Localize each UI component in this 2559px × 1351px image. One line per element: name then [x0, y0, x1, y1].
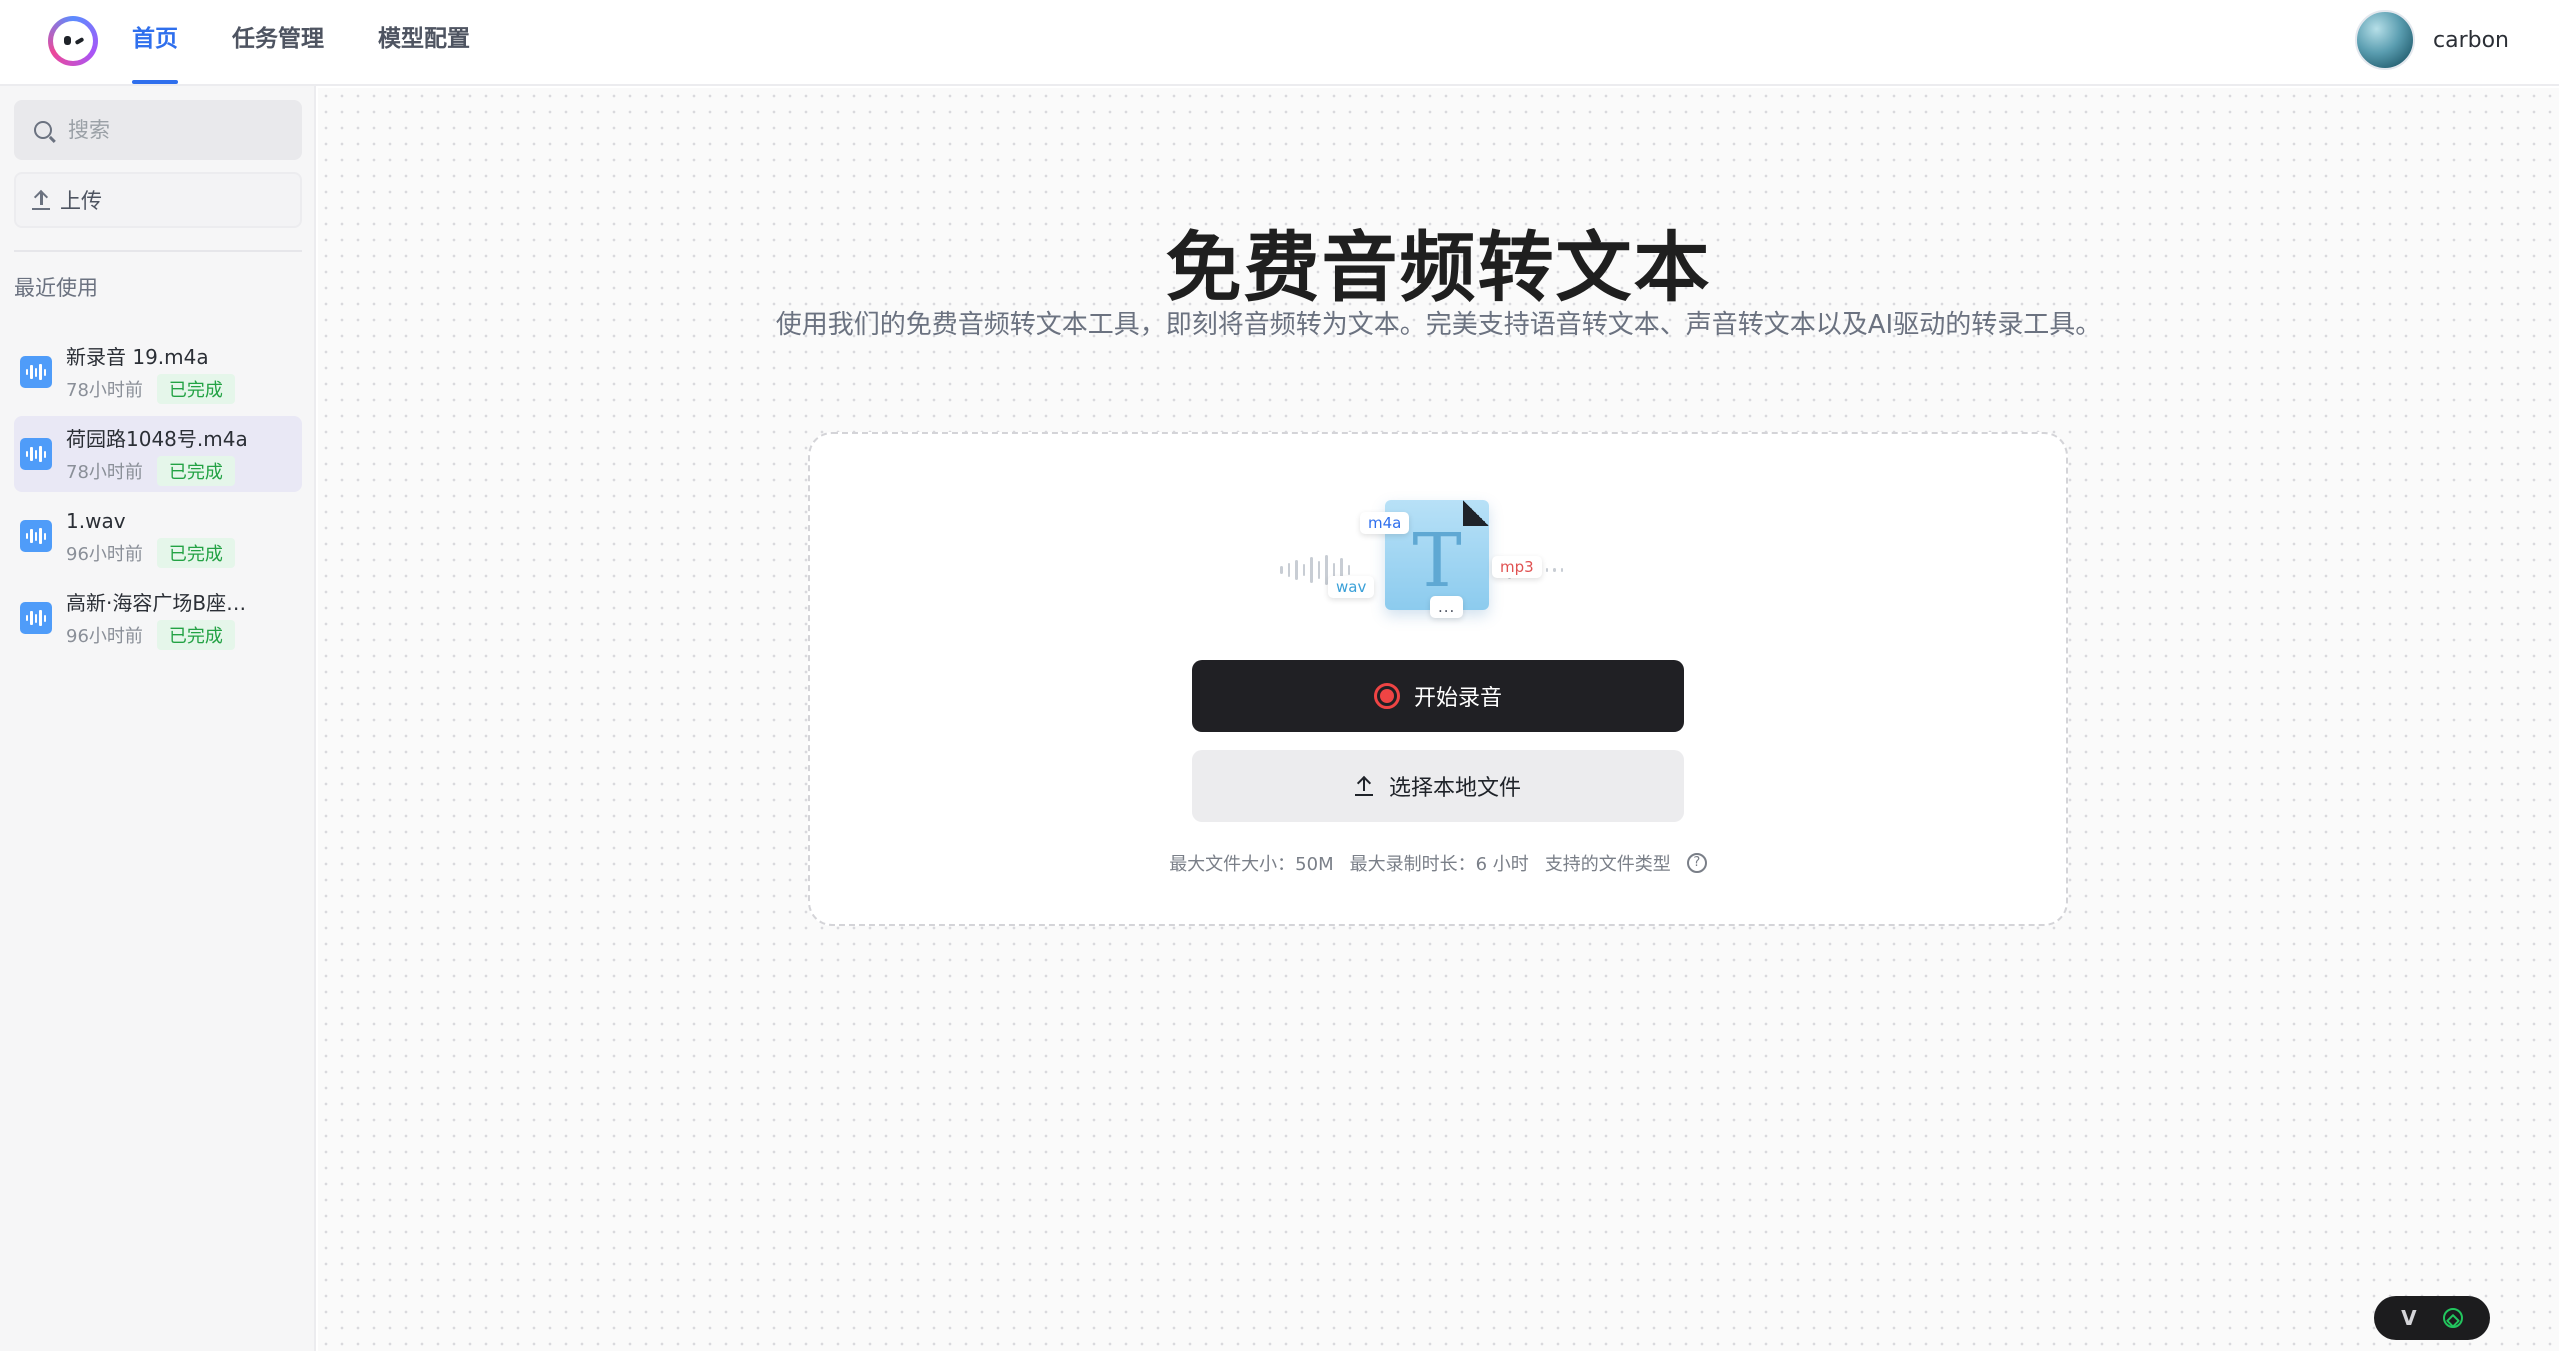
- inspect-target-icon[interactable]: [2438, 1303, 2468, 1333]
- audio-file-icon: [20, 602, 52, 634]
- upload-dropzone[interactable]: T m4a wav mp3 ... 开始录音 选择本地文件 最大文件大小：50M…: [808, 432, 2068, 926]
- start-recording-label: 开始录音: [1413, 686, 1502, 711]
- page-subtitle: 使用我们的免费音频转文本工具，即刻将音频转为文本。完美支持语音转文本、声音转文本…: [775, 310, 2102, 340]
- nav-task-management[interactable]: 任务管理: [232, 0, 324, 86]
- recent-item-time: 78小时前: [66, 462, 143, 483]
- search-input[interactable]: [68, 118, 288, 142]
- recent-item-name: 1.wav: [66, 509, 126, 533]
- format-tag-mp3: mp3: [1492, 556, 1542, 578]
- search-box[interactable]: [14, 100, 302, 160]
- max-file-size: 最大文件大小：50M: [1169, 854, 1334, 875]
- nav-home[interactable]: 首页: [132, 0, 178, 86]
- recent-item-name: 高新·海容广场B座…: [66, 591, 247, 615]
- waveform-left-icon: [1280, 500, 1350, 640]
- audio-to-text-illustration: T m4a wav mp3 ...: [1280, 500, 1600, 640]
- search-icon: [34, 121, 52, 139]
- upload-limits: 最大文件大小：50M 最大录制时长：6 小时 支持的文件类型 ?: [810, 850, 2066, 876]
- recent-item[interactable]: 高新·海容广场B座… 96小时前 已完成: [14, 580, 302, 656]
- recent-item[interactable]: 新录音 19.m4a 78小时前 已完成: [14, 334, 302, 410]
- start-recording-button[interactable]: 开始录音: [1192, 660, 1684, 732]
- sidebar: 上传 最近使用 新录音 19.m4a 78小时前 已完成 荷园路1048号.m4…: [0, 86, 316, 1351]
- logo-eye-right: [74, 37, 85, 45]
- supported-file-types: 支持的文件类型: [1544, 854, 1671, 875]
- recent-title: 最近使用: [14, 276, 98, 300]
- recent-list: 新录音 19.m4a 78小时前 已完成 荷园路1048号.m4a 78小时前 …: [14, 334, 302, 662]
- floating-widget[interactable]: V: [2374, 1296, 2490, 1340]
- username: carbon: [2433, 27, 2509, 53]
- audio-file-icon: [20, 520, 52, 552]
- status-badge: 已完成: [156, 374, 235, 404]
- max-record-duration: 最大录制时长：6 小时: [1349, 854, 1529, 875]
- upload-button[interactable]: 上传: [14, 172, 302, 228]
- status-badge: 已完成: [156, 456, 235, 486]
- recent-item-name: 新录音 19.m4a: [66, 345, 209, 369]
- recent-item-time: 96小时前: [66, 626, 143, 647]
- format-tag-m4a: m4a: [1360, 512, 1410, 534]
- select-local-file-button[interactable]: 选择本地文件: [1192, 750, 1684, 822]
- format-tag-wav: wav: [1328, 576, 1375, 598]
- audio-file-icon: [20, 356, 52, 388]
- logo-face: [53, 21, 93, 61]
- vue-devtools-icon[interactable]: V: [2401, 1306, 2416, 1330]
- upload-icon: [32, 189, 50, 210]
- divider: [14, 250, 302, 252]
- status-badge: 已完成: [156, 620, 235, 650]
- app-logo[interactable]: [48, 16, 98, 66]
- recent-item[interactable]: 1.wav 96小时前 已完成: [14, 498, 302, 574]
- record-icon: [1373, 683, 1400, 709]
- help-icon[interactable]: ?: [1686, 853, 1707, 873]
- recent-item-time: 96小时前: [66, 544, 143, 565]
- recent-item-name: 荷园路1048号.m4a: [66, 427, 248, 451]
- main-content: 免费音频转文本 使用我们的免费音频转文本工具，即刻将音频转为文本。完美支持语音转…: [318, 88, 2559, 1351]
- logo-eye-left: [64, 36, 71, 45]
- recent-item-time: 78小时前: [66, 380, 143, 401]
- top-bar: 首页 任务管理 模型配置 carbon: [0, 0, 2559, 86]
- format-tag-more: ...: [1430, 596, 1464, 618]
- avatar[interactable]: [2355, 10, 2415, 70]
- page-title: 免费音频转文本: [1165, 223, 1712, 312]
- recent-item[interactable]: 荷园路1048号.m4a 78小时前 已完成: [14, 416, 302, 492]
- select-local-file-label: 选择本地文件: [1388, 776, 1521, 801]
- nav-model-config[interactable]: 模型配置: [378, 0, 470, 86]
- audio-file-icon: [20, 438, 52, 470]
- status-badge: 已完成: [156, 538, 235, 568]
- main-nav: 首页 任务管理 模型配置: [132, 0, 470, 86]
- upload-icon: [1354, 775, 1373, 796]
- user-menu[interactable]: carbon: [2355, 10, 2509, 70]
- upload-label: 上传: [60, 189, 102, 213]
